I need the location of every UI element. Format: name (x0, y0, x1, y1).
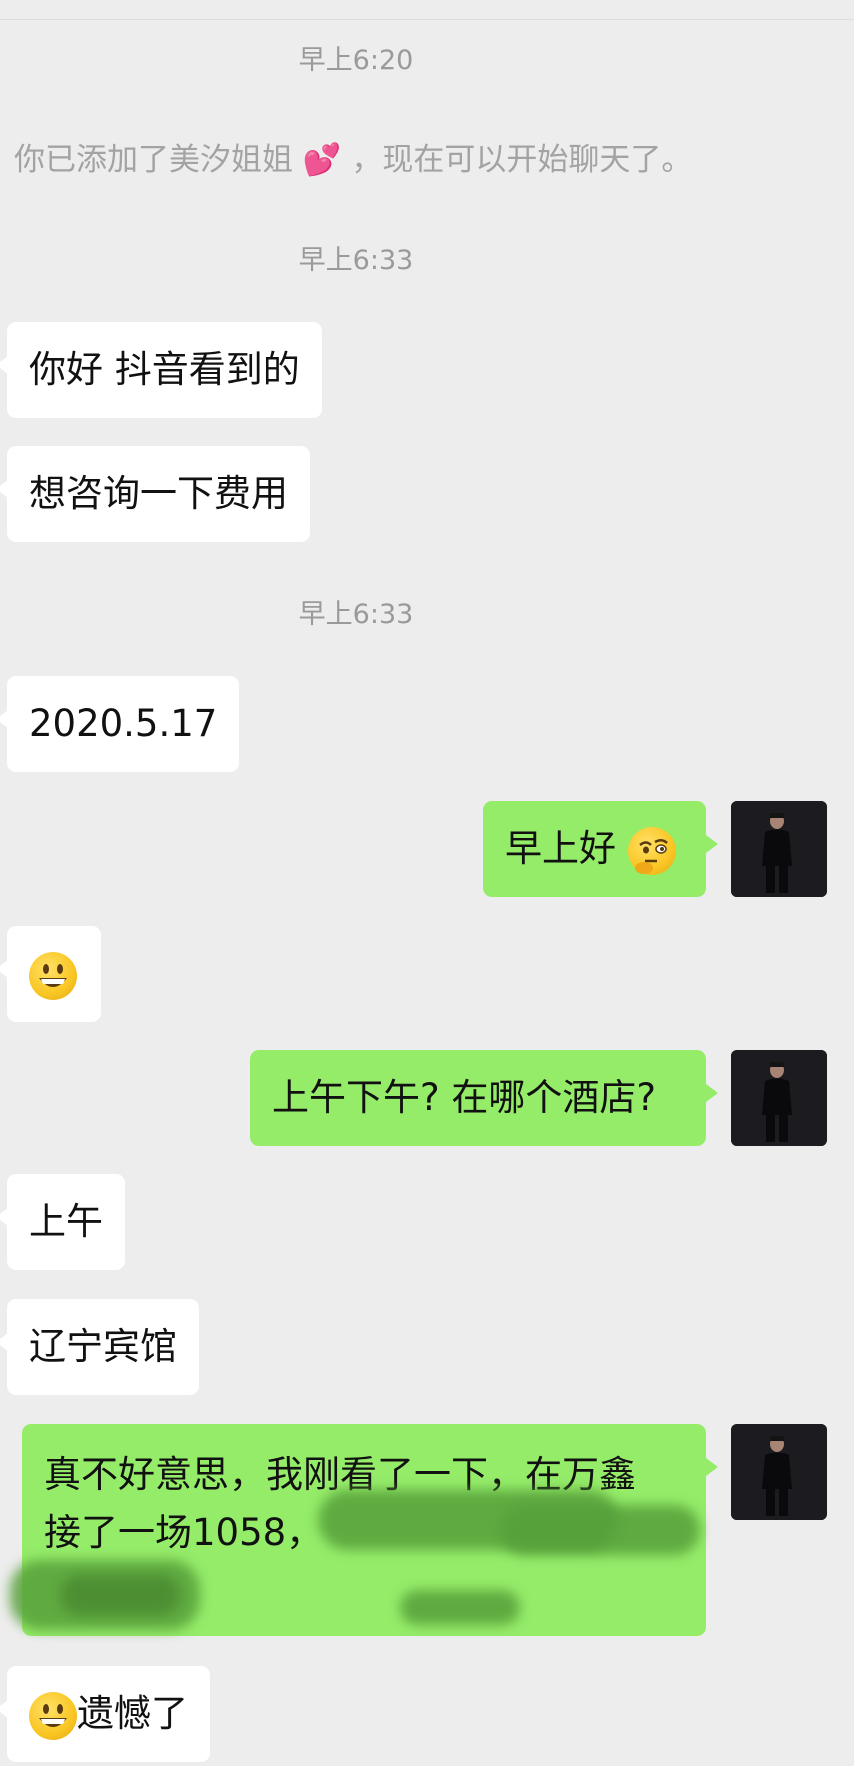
message-text: 你好 抖音看到的 (29, 348, 300, 391)
message-text: 想咨询一下费用 (29, 472, 288, 515)
message-bubble-left[interactable]: 辽宁宾馆 (0, 1299, 199, 1395)
message-text: 遗憾了 (77, 1692, 188, 1735)
message-text: 上午 (29, 1200, 103, 1243)
grinning-face-icon (29, 951, 77, 1000)
message-bubble-right[interactable]: 上午下午? 在哪个酒店? (250, 1050, 718, 1146)
system-message-text: 你已添加了美汐姐姐 (14, 142, 293, 178)
message-text: 辽宁宾馆 (29, 1325, 177, 1368)
avatar[interactable] (731, 1424, 827, 1520)
message-bubble-right[interactable]: 早上好 (483, 801, 718, 897)
message-bubble-left[interactable]: 想咨询一下费用 (0, 446, 310, 542)
grinning-face-icon (29, 1691, 77, 1740)
timestamp: 早上6:33 (298, 599, 414, 630)
two-hearts-icon: 💕 (302, 142, 342, 178)
message-bubble-left[interactable]: 遗憾了 (0, 1666, 210, 1762)
timestamp: 早上6:20 (298, 45, 414, 76)
message-text: 2020.5.17 (29, 702, 218, 745)
message-bubble-left[interactable]: 上午 (0, 1174, 125, 1270)
timestamp: 早上6:33 (298, 245, 414, 276)
message-bubble-left[interactable]: 2020.5.17 (0, 676, 240, 772)
message-bubble-left[interactable]: 你好 抖音看到的 (0, 322, 322, 418)
thinking-face-icon (627, 826, 676, 875)
message-text: 上午下午? 在哪个酒店? (272, 1076, 657, 1119)
system-message-suffix: ，现在可以开始聊天了。 (351, 142, 693, 178)
avatar[interactable] (731, 1050, 827, 1146)
system-message: 你已添加了美汐姐姐 💕 ，现在可以开始聊天了。 (14, 134, 692, 179)
message-bubble-left[interactable] (0, 926, 101, 1022)
top-divider (0, 19, 854, 20)
message-text: 早上好 (505, 827, 616, 870)
avatar[interactable] (731, 801, 827, 897)
